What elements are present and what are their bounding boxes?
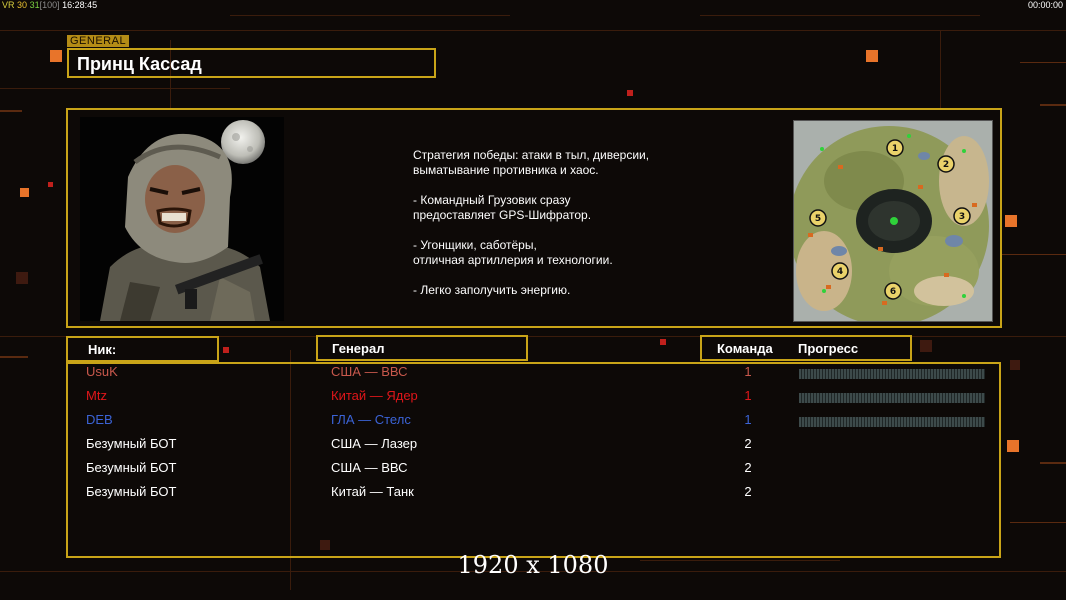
header-nick: Ник: xyxy=(66,336,219,362)
player-general: США — ВВС xyxy=(331,364,408,379)
general-name: Принц Кассад xyxy=(77,54,202,74)
player-row: DEB ГЛА — Стелс 1 xyxy=(0,412,1066,432)
header-nick-label: Ник: xyxy=(88,342,117,357)
map-start-6: 6 xyxy=(884,282,902,300)
hud-timer: 00:00:00 xyxy=(1027,0,1063,10)
hud-stats: VR 30 31[100] 16:28:45 xyxy=(2,0,97,10)
hud-num1: 30 xyxy=(17,0,28,10)
hud-bracket: [100] xyxy=(39,0,60,10)
player-row: Безумный БОТ Китай — Танк 2 xyxy=(0,484,1066,504)
player-progress-bar xyxy=(799,369,985,379)
player-row: Безумный БОТ США — Лазер 2 xyxy=(0,436,1066,456)
map-start-2: 2 xyxy=(937,155,955,173)
player-general: Китай — Ядер xyxy=(331,388,418,403)
map-start-6-label: 6 xyxy=(890,287,896,297)
map-start-3-label: 3 xyxy=(959,212,965,222)
map-start-5-label: 5 xyxy=(815,214,821,224)
header-team-label: Команда xyxy=(717,341,773,356)
general-tag: GENERAL xyxy=(67,35,130,47)
top-hud: VR 30 31[100] 16:28:45 00:00:00 xyxy=(0,0,1066,12)
hud-num2: 31 xyxy=(29,0,40,10)
map-start-1-label: 1 xyxy=(892,144,898,154)
header-general-label: Генерал xyxy=(332,341,385,356)
player-nick: Безумный БОТ xyxy=(86,460,177,475)
player-row: Mtz Китай — Ядер 1 xyxy=(0,388,1066,408)
player-general: США — Лазер xyxy=(331,436,418,451)
header-team-progress: Команда Прогресс xyxy=(700,335,912,361)
player-nick: Безумный БОТ xyxy=(86,436,177,451)
general-description: Стратегия победы: атаки в тыл, диверсии,… xyxy=(413,148,650,297)
map-start-5: 5 xyxy=(809,209,827,227)
player-progress-bar xyxy=(799,393,985,403)
player-nick: UsuK xyxy=(86,364,118,379)
map-start-1: 1 xyxy=(886,139,904,157)
player-team: 1 xyxy=(744,364,752,379)
header-progress-label: Прогресс xyxy=(798,341,859,356)
player-progress-bar xyxy=(799,417,985,427)
resolution-label: 1920 x 1080 xyxy=(457,551,609,579)
map-start-2-label: 2 xyxy=(943,160,949,170)
map-start-4: 4 xyxy=(831,262,849,280)
hud-vr: VR xyxy=(2,0,15,10)
player-general: Китай — Танк xyxy=(331,484,414,499)
player-team: 2 xyxy=(744,436,752,451)
general-name-box: Принц Кассад xyxy=(67,48,436,78)
map-start-4-label: 4 xyxy=(837,267,843,277)
map-start-3: 3 xyxy=(953,207,971,225)
player-team: 2 xyxy=(744,484,752,499)
header-general: Генерал xyxy=(316,335,528,361)
player-general: ГЛА — Стелс xyxy=(331,412,411,427)
player-general: США — ВВС xyxy=(331,460,408,475)
map-preview: 1 2 3 4 5 6 xyxy=(793,120,993,322)
player-nick: Безумный БОТ xyxy=(86,484,177,499)
player-team: 1 xyxy=(744,388,752,403)
hud-clock: 16:28:45 xyxy=(62,0,98,10)
player-row: Безумный БОТ США — ВВС 2 xyxy=(0,460,1066,480)
player-team: 2 xyxy=(744,460,752,475)
player-nick: DEB xyxy=(86,412,113,427)
player-team: 1 xyxy=(744,412,752,427)
player-nick: Mtz xyxy=(86,388,107,403)
general-portrait xyxy=(80,117,284,321)
player-row: UsuK США — ВВС 1 xyxy=(0,364,1066,384)
